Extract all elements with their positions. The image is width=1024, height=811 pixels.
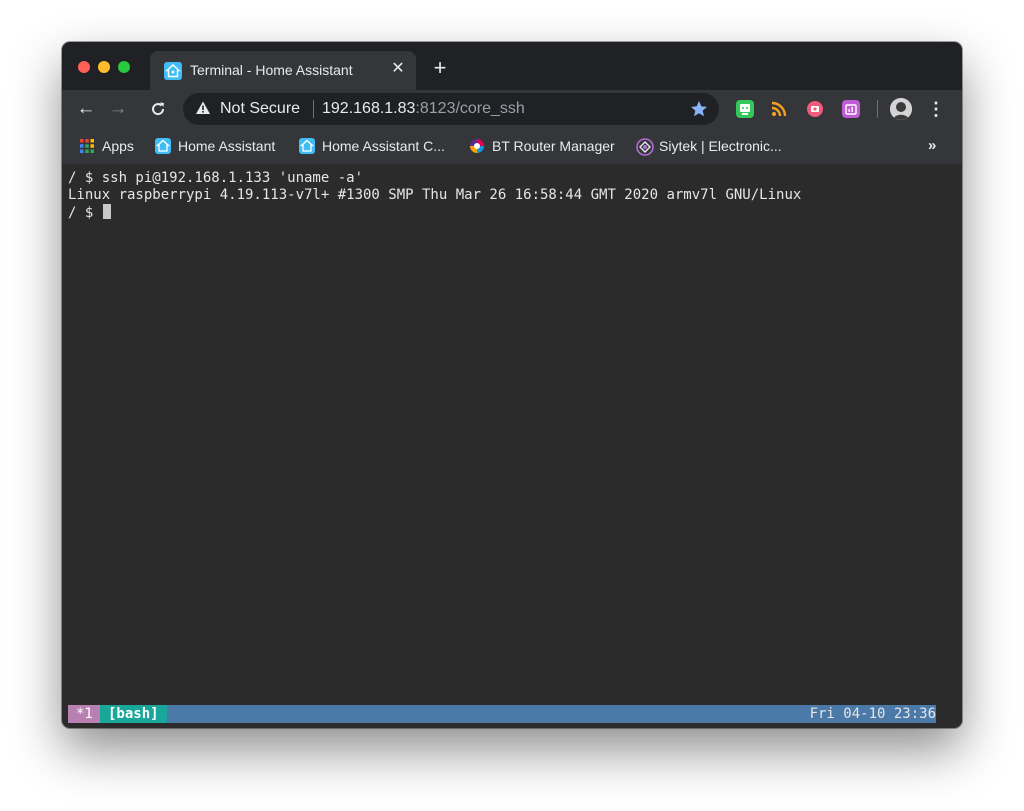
terminal-prompt-line: / $	[68, 204, 111, 222]
home-assistant-icon	[155, 138, 171, 154]
bookmark-siytek[interactable]: Siytek | Electronic...	[636, 128, 782, 164]
rss-icon[interactable]	[770, 100, 788, 118]
address-bar[interactable]: Not Secure 192.168.1.83:8123/core_ssh	[183, 93, 719, 125]
bookmark-label: BT Router Manager	[492, 138, 615, 154]
bookmark-apps[interactable]: Apps	[79, 128, 134, 164]
tab-title: Terminal - Home Assistant	[190, 62, 353, 78]
reload-button[interactable]	[145, 96, 171, 122]
tmux-status-bar: *1 [bash] Fri 04-10 23:36	[68, 705, 936, 723]
window-maximize-button[interactable]	[118, 61, 130, 73]
forward-button[interactable]: →	[105, 96, 131, 122]
warning-icon[interactable]	[195, 100, 211, 121]
terminal-line: Linux raspberrypi 4.19.113-v7l+ #1300 SM…	[68, 187, 802, 203]
home-assistant-icon	[164, 62, 182, 85]
bookmark-home-assistant[interactable]: Home Assistant	[155, 128, 275, 164]
bookmark-label: Home Assistant	[178, 138, 276, 154]
window-minimize-button[interactable]	[98, 61, 110, 73]
reload-icon	[152, 102, 165, 116]
security-label[interactable]: Not Secure	[220, 100, 300, 118]
apps-grid-icon	[79, 138, 95, 154]
tmux-session-indicator[interactable]: *1	[68, 705, 101, 723]
bookmark-bt-router-manager[interactable]: BT Router Manager	[469, 128, 615, 164]
extension-camera-icon[interactable]	[806, 100, 824, 118]
bookmark-label: Apps	[102, 138, 134, 154]
bookmark-home-assistant-c[interactable]: Home Assistant C...	[299, 128, 445, 164]
extension-face-icon[interactable]	[736, 100, 754, 118]
browser-toolbar: ← → Not Secure 192.168.1.83:8123/core_ss…	[62, 90, 962, 128]
new-tab-button[interactable]: +	[428, 56, 452, 80]
terminal-screen[interactable]: / $ ssh pi@192.168.1.133 'uname -a' Linu…	[62, 164, 962, 705]
back-button[interactable]: ←	[73, 96, 99, 122]
bookmark-label: Siytek | Electronic...	[659, 138, 782, 154]
bookmark-label: Home Assistant C...	[322, 138, 445, 154]
browser-window: Terminal - Home Assistant ✕ + ← → Not Se…	[62, 42, 962, 728]
terminal-gutter	[936, 705, 962, 723]
terminal-prompt: / $	[68, 205, 102, 221]
tmux-clock: Fri 04-10 23:36	[809, 706, 936, 722]
profile-avatar[interactable]	[890, 98, 912, 120]
url-path: :8123/core_ssh	[415, 100, 525, 117]
window-close-button[interactable]	[78, 61, 90, 73]
home-assistant-icon	[299, 138, 315, 154]
menu-icon[interactable]: ⋮	[924, 96, 948, 122]
tmux-window-indicator[interactable]: [bash]	[100, 705, 167, 723]
close-icon[interactable]: ✕	[388, 59, 408, 79]
siytek-logo-icon	[636, 138, 654, 156]
toolbar-divider	[877, 100, 878, 118]
bookmarks-bar: Apps Home Assistant Home Assistant C... …	[62, 128, 962, 164]
extension-chart-icon[interactable]	[842, 100, 860, 118]
url-host: 192.168.1.83	[322, 100, 416, 117]
tab-terminal[interactable]: Terminal - Home Assistant ✕	[150, 51, 416, 90]
terminal-cursor	[102, 204, 111, 219]
terminal-line: / $ ssh pi@192.168.1.133 'uname -a'	[68, 170, 364, 186]
tab-strip: Terminal - Home Assistant ✕ +	[62, 42, 962, 90]
bt-logo-icon	[469, 138, 485, 154]
omnibox-divider	[313, 100, 314, 118]
bookmark-star-icon[interactable]	[689, 99, 709, 124]
url-text[interactable]: 192.168.1.83:8123/core_ssh	[322, 100, 525, 118]
bookmarks-overflow-button[interactable]: »	[928, 128, 936, 164]
